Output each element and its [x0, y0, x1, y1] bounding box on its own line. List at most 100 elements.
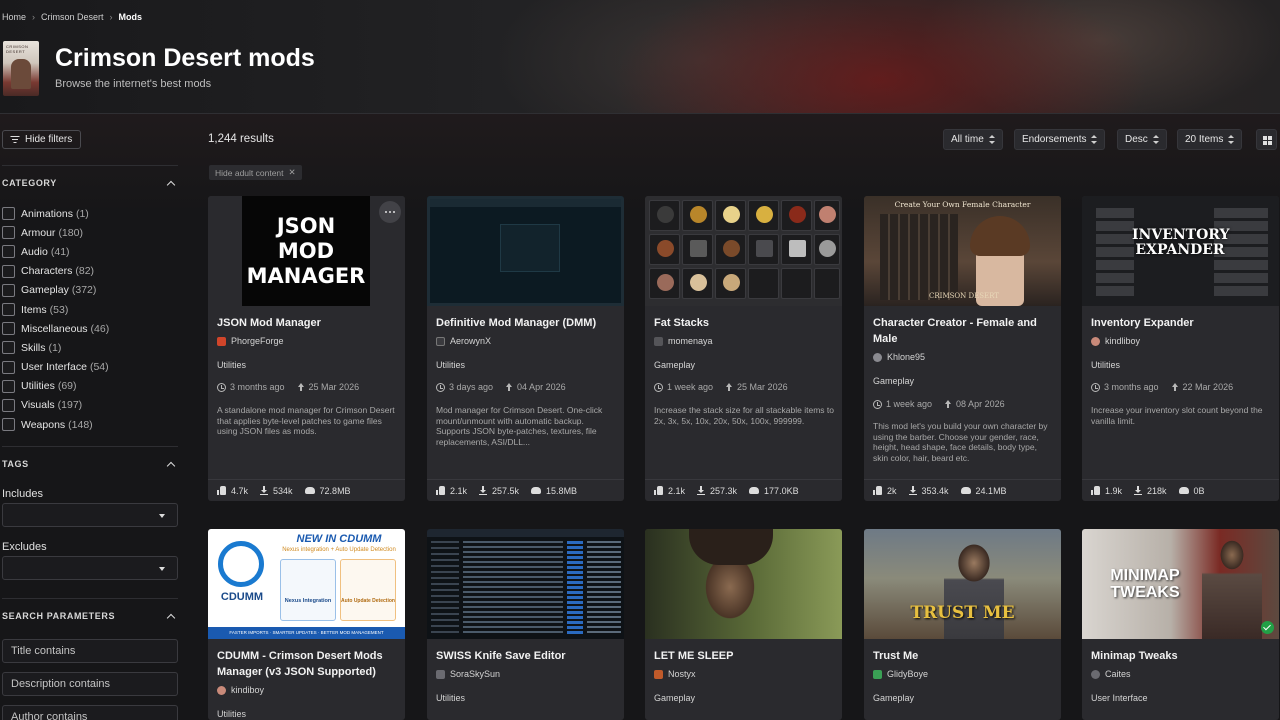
- mod-card[interactable]: CDUMM NEW IN CDUMM Nexus integration + A…: [208, 529, 405, 720]
- mod-author[interactable]: momenaya: [654, 336, 713, 346]
- grid-view-button[interactable]: [1256, 129, 1277, 150]
- mod-card[interactable]: Create Your Own Female Character CRIMSON…: [864, 196, 1061, 501]
- mod-category[interactable]: User Interface: [1091, 693, 1148, 703]
- category-checkbox[interactable]: [2, 341, 15, 355]
- mod-thumbnail[interactable]: INVENTORY EXPANDER: [1082, 196, 1279, 306]
- chevron-up-icon[interactable]: [166, 180, 176, 189]
- mod-author[interactable]: PhorgeForge: [217, 336, 284, 346]
- mod-thumbnail[interactable]: [645, 196, 842, 306]
- category-checkbox[interactable]: [2, 360, 15, 374]
- mod-author[interactable]: Nostyx: [654, 669, 696, 679]
- mod-author[interactable]: SoraSkySun: [436, 669, 500, 679]
- category-item[interactable]: Miscellaneous (46): [2, 319, 109, 338]
- mod-category[interactable]: Gameplay: [654, 360, 695, 370]
- mod-thumbnail[interactable]: CDUMM NEW IN CDUMM Nexus integration + A…: [208, 529, 405, 639]
- more-options-button[interactable]: [379, 201, 401, 223]
- thumbnail-text: TWEAKS: [1110, 584, 1180, 601]
- mod-author[interactable]: Caites: [1091, 669, 1131, 679]
- category-checkbox[interactable]: [2, 207, 15, 221]
- mod-category[interactable]: Gameplay: [873, 376, 914, 386]
- mod-title[interactable]: JSON Mod Manager: [217, 315, 397, 331]
- mod-category[interactable]: Utilities: [436, 360, 465, 370]
- category-checkbox[interactable]: [2, 379, 15, 393]
- category-item[interactable]: Visuals (197): [2, 396, 109, 415]
- mod-card[interactable]: JSON MOD MANAGER JSON Mod Manager Phorge…: [208, 196, 405, 501]
- category-item[interactable]: Items (53): [2, 300, 109, 319]
- thumbnail-art: [218, 541, 264, 587]
- category-item[interactable]: Audio (41): [2, 242, 109, 261]
- mod-category[interactable]: Gameplay: [873, 693, 914, 703]
- mod-title[interactable]: Minimap Tweaks: [1091, 648, 1271, 664]
- mod-title[interactable]: Character Creator - Female and Male: [873, 315, 1053, 347]
- category-item[interactable]: User Interface (54): [2, 358, 109, 377]
- mod-thumbnail[interactable]: Create Your Own Female Character CRIMSON…: [864, 196, 1061, 306]
- category-item[interactable]: Skills (1): [2, 338, 109, 357]
- game-cover-image[interactable]: CRIMSON DESERT: [3, 41, 39, 96]
- category-checkbox[interactable]: [2, 398, 15, 412]
- close-icon[interactable]: ✕: [289, 167, 296, 178]
- search-params-section-header[interactable]: SEARCH PARAMETERS: [2, 611, 178, 622]
- chevron-up-icon[interactable]: [166, 461, 176, 470]
- mod-thumbnail[interactable]: TRUST ME: [864, 529, 1061, 639]
- sort-by-dropdown[interactable]: Endorsements: [1014, 129, 1106, 150]
- chevron-up-icon[interactable]: [166, 613, 176, 622]
- category-checkbox[interactable]: [2, 226, 15, 240]
- mod-card[interactable]: LET ME SLEEP Nostyx Gameplay: [645, 529, 842, 720]
- mod-card[interactable]: Fat Stacks momenaya Gameplay 1 week ago 2…: [645, 196, 842, 501]
- mod-title[interactable]: SWISS Knife Save Editor: [436, 648, 616, 664]
- mod-card[interactable]: Definitive Mod Manager (DMM) AerowynX Ut…: [427, 196, 624, 501]
- time-range-dropdown[interactable]: All time: [943, 129, 1003, 150]
- mod-card[interactable]: INVENTORY EXPANDER Inventory Expander ki…: [1082, 196, 1279, 501]
- mod-card[interactable]: SWISS Knife Save Editor SoraSkySun Utili…: [427, 529, 624, 720]
- mod-category[interactable]: Gameplay: [654, 693, 695, 703]
- excludes-tags-select[interactable]: [2, 556, 178, 580]
- mod-category[interactable]: Utilities: [436, 693, 465, 703]
- category-checkbox[interactable]: [2, 418, 15, 432]
- page-size-dropdown[interactable]: 20 Items: [1177, 129, 1243, 150]
- mod-thumbnail[interactable]: [645, 529, 842, 639]
- author-contains-input[interactable]: [2, 705, 178, 720]
- category-item[interactable]: Animations (1): [2, 204, 109, 223]
- mod-author[interactable]: kindliboy: [1091, 336, 1140, 346]
- mod-title[interactable]: Trust Me: [873, 648, 1053, 664]
- mod-author[interactable]: Khlone95: [873, 352, 925, 362]
- mod-category[interactable]: Utilities: [217, 709, 246, 719]
- mod-title[interactable]: Inventory Expander: [1091, 315, 1271, 331]
- mod-thumbnail[interactable]: JSON MOD MANAGER: [208, 196, 405, 306]
- breadcrumb-home[interactable]: Home: [2, 12, 26, 22]
- mod-author[interactable]: GlidyBoye: [873, 669, 928, 679]
- adult-content-filter-chip[interactable]: Hide adult content ✕: [209, 165, 302, 180]
- category-item[interactable]: Weapons (148): [2, 415, 109, 434]
- mod-category[interactable]: Utilities: [217, 360, 246, 370]
- mod-thumbnail[interactable]: MINIMAP TWEAKS: [1082, 529, 1279, 639]
- thumbnail-text: Create Your Own Female Character: [894, 200, 1031, 209]
- mod-title[interactable]: LET ME SLEEP: [654, 648, 834, 664]
- category-checkbox[interactable]: [2, 245, 15, 259]
- mod-thumbnail[interactable]: [427, 196, 624, 306]
- description-contains-input[interactable]: [2, 672, 178, 696]
- title-contains-input[interactable]: [2, 639, 178, 663]
- mod-author[interactable]: kindiboy: [217, 685, 264, 695]
- category-checkbox[interactable]: [2, 303, 15, 317]
- category-section-header[interactable]: CATEGORY: [2, 178, 178, 189]
- mod-title[interactable]: Fat Stacks: [654, 315, 834, 331]
- tags-section-header[interactable]: TAGS: [2, 459, 178, 470]
- mod-title[interactable]: CDUMM - Crimson Desert Mods Manager (v3 …: [217, 648, 397, 680]
- mod-category[interactable]: Utilities: [1091, 360, 1120, 370]
- category-item[interactable]: Utilities (69): [2, 377, 109, 396]
- hide-filters-button[interactable]: Hide filters: [2, 130, 82, 149]
- category-item[interactable]: Armour (180): [2, 223, 109, 242]
- category-checkbox[interactable]: [2, 322, 15, 336]
- category-item[interactable]: Gameplay (372): [2, 281, 109, 300]
- mod-title[interactable]: Definitive Mod Manager (DMM): [436, 315, 616, 331]
- includes-tags-select[interactable]: [2, 503, 178, 527]
- sort-order-dropdown[interactable]: Desc: [1117, 129, 1167, 150]
- mod-author[interactable]: AerowynX: [436, 336, 491, 346]
- mod-card[interactable]: TRUST ME Trust Me GlidyBoye Gameplay: [864, 529, 1061, 720]
- category-checkbox[interactable]: [2, 283, 15, 297]
- category-checkbox[interactable]: [2, 264, 15, 278]
- category-item[interactable]: Characters (82): [2, 262, 109, 281]
- breadcrumb-game[interactable]: Crimson Desert: [41, 12, 104, 22]
- mod-thumbnail[interactable]: [427, 529, 624, 639]
- mod-card[interactable]: MINIMAP TWEAKS Minimap Tweaks Caites Use…: [1082, 529, 1279, 720]
